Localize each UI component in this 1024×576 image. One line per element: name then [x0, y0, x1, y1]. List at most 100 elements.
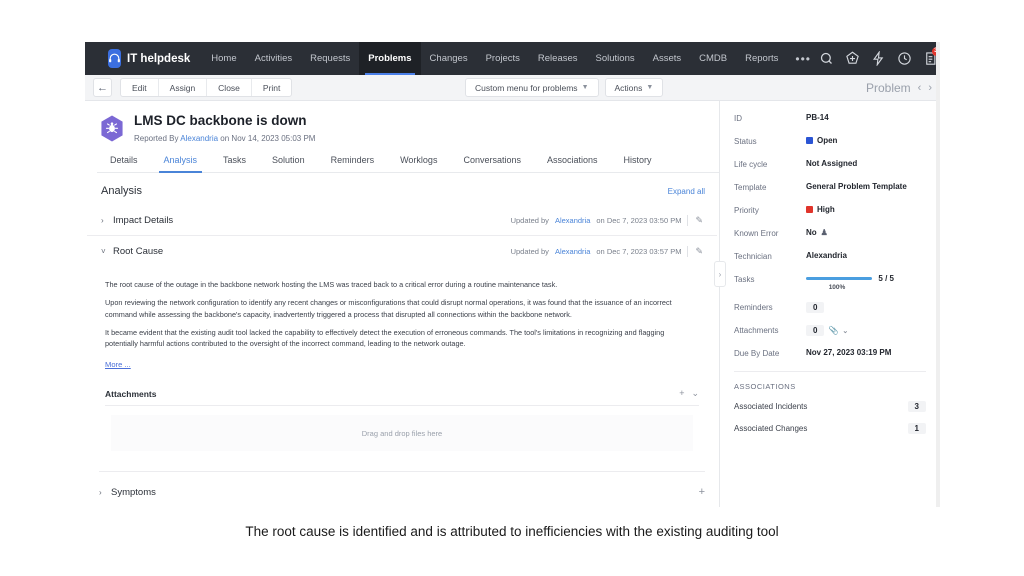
nav-item-activities[interactable]: Activities	[246, 42, 301, 75]
symptoms-label: Symptoms	[111, 486, 156, 498]
association-count: 1	[907, 423, 926, 434]
paperclip-icon[interactable]: 📎	[828, 326, 838, 335]
attachments-actions: + ⌄	[679, 388, 699, 399]
tab-tasks[interactable]: Tasks	[210, 155, 259, 172]
tab-associations[interactable]: Associations	[534, 155, 611, 172]
property-value: No	[806, 228, 817, 237]
status-badge: Open	[806, 136, 837, 145]
chevron-down-icon: ˅	[101, 247, 106, 256]
accordion-impact-details[interactable]: › Impact Details Updated by Alexandria o…	[87, 205, 717, 236]
history-clock-icon[interactable]	[897, 51, 912, 66]
nav-item-assets[interactable]: Assets	[644, 42, 691, 75]
nav-item-home[interactable]: Home	[202, 42, 245, 75]
brand-name: IT helpdesk	[127, 52, 191, 65]
nav-item-solutions[interactable]: Solutions	[587, 42, 644, 75]
plus-icon[interactable]: +	[699, 486, 705, 498]
property-value: Nov 27, 2023 03:19 PM	[806, 348, 892, 357]
reported-by-user[interactable]: Alexandria	[180, 134, 218, 143]
add-shortcut-icon[interactable]	[845, 51, 860, 66]
accordion-root-cause[interactable]: ˅ Root Cause Updated by Alexandria on De…	[87, 236, 717, 266]
nav-overflow-icon[interactable]: •••	[787, 52, 819, 66]
chevron-right-icon[interactable]: ›	[928, 82, 932, 94]
back-arrow-icon[interactable]: ←	[93, 78, 112, 97]
nav-item-projects[interactable]: Projects	[477, 42, 529, 75]
property-label: Status	[734, 137, 757, 146]
top-navigation-bar: IT helpdesk Home Activities Requests Pro…	[85, 42, 940, 75]
expand-all-link[interactable]: Expand all	[668, 187, 705, 196]
attachments-dropzone[interactable]: Drag and drop files here	[111, 415, 693, 452]
tab-solution[interactable]: Solution	[259, 155, 318, 172]
property-tasks: Tasks 5 / 5 100%	[720, 274, 940, 298]
updated-by-label: Updated by	[510, 216, 549, 225]
accordion-symptoms[interactable]: › Symptoms +	[99, 472, 705, 507]
property-label: Known Error	[734, 229, 779, 238]
more-link[interactable]: More ...	[105, 360, 131, 369]
tab-details[interactable]: Details	[97, 155, 151, 172]
tab-reminders[interactable]: Reminders	[318, 155, 388, 172]
tab-worklogs[interactable]: Worklogs	[387, 155, 450, 172]
pencil-icon[interactable]: ✎	[687, 246, 703, 257]
associated-incidents-row[interactable]: Associated Incidents 3	[720, 397, 940, 416]
headset-icon	[108, 49, 121, 68]
application-window: IT helpdesk Home Activities Requests Pro…	[85, 42, 940, 507]
tasks-percent: 100%	[828, 284, 846, 291]
tab-analysis[interactable]: Analysis	[151, 155, 211, 173]
property-value: 0	[806, 302, 825, 313]
record-body: LMS DC backbone is down Reported By Alex…	[85, 101, 940, 507]
chevron-down-icon: ▼	[646, 84, 654, 91]
close-button[interactable]: Close	[207, 79, 252, 96]
property-life-cycle: Life cycle Not Assigned	[720, 159, 940, 178]
properties-sidebar: › ID PB-14 Status Open Life cycle Not As…	[714, 101, 940, 507]
updated-by-user[interactable]: Alexandria	[555, 247, 590, 256]
tasks-progress: 5 / 5 100%	[806, 274, 894, 291]
nav-item-reports[interactable]: Reports	[736, 42, 787, 75]
search-icon[interactable]	[819, 51, 834, 66]
property-attachments: Attachments 0 📎 ⌄	[720, 325, 940, 344]
plus-icon[interactable]: +	[679, 388, 684, 399]
custom-menu-dropdown[interactable]: Custom menu for problems ▼	[465, 78, 599, 97]
edit-button[interactable]: Edit	[121, 79, 159, 96]
updated-by-label: Updated by	[510, 247, 549, 256]
property-reminders: Reminders 0	[720, 302, 940, 321]
property-id: ID PB-14	[720, 113, 940, 132]
nav-item-cmdb[interactable]: CMDB	[690, 42, 736, 75]
impact-details-label: Impact Details	[113, 215, 174, 226]
chevron-right-icon: ›	[101, 216, 104, 225]
symptoms-divider: › Symptoms +	[99, 471, 705, 507]
tab-history[interactable]: History	[611, 155, 665, 172]
chevron-down-icon[interactable]: ⌄	[842, 327, 848, 335]
nav-item-problems[interactable]: Problems	[359, 42, 421, 75]
window-scrollbar[interactable]	[936, 42, 940, 507]
nav-item-releases[interactable]: Releases	[529, 42, 587, 75]
nav-item-requests[interactable]: Requests	[301, 42, 359, 75]
chevron-down-icon[interactable]: ⌄	[691, 388, 699, 399]
quick-actions-bolt-icon[interactable]	[871, 51, 886, 66]
attachments-header: Attachments + ⌄	[105, 388, 699, 407]
attachments-title: Attachments	[105, 388, 157, 399]
apps-grid-icon[interactable]	[93, 52, 96, 66]
actions-dropdown[interactable]: Actions ▼	[604, 78, 664, 97]
property-value: PB-14	[806, 113, 829, 122]
property-value: Open	[817, 136, 838, 145]
tab-conversations[interactable]: Conversations	[450, 155, 534, 172]
property-label: ID	[734, 114, 742, 123]
reported-on-date: on Nov 14, 2023 05:03 PM	[220, 133, 316, 143]
property-priority[interactable]: Priority High	[720, 205, 940, 224]
assign-button[interactable]: Assign	[159, 79, 208, 96]
priority-badge: High	[806, 205, 835, 214]
nav-item-changes[interactable]: Changes	[421, 42, 477, 75]
dropzone-text: Drag and drop files here	[361, 428, 443, 438]
print-button[interactable]: Print	[252, 79, 291, 96]
module-title: Problem	[865, 80, 911, 95]
record-title-block: LMS DC backbone is down Reported By Alex…	[134, 113, 316, 143]
chevron-left-icon[interactable]: ‹	[918, 82, 922, 94]
nav-action-icons: 39 23	[819, 47, 940, 68]
main-content-column: LMS DC backbone is down Reported By Alex…	[85, 101, 720, 507]
property-value: Alexandria	[806, 251, 847, 260]
pencil-icon[interactable]: ✎	[687, 215, 703, 226]
updated-by-user[interactable]: Alexandria	[555, 216, 590, 225]
property-status[interactable]: Status Open	[720, 136, 940, 155]
sidebar-collapse-toggle[interactable]: ›	[714, 261, 726, 287]
associated-changes-row[interactable]: Associated Changes 1	[720, 419, 940, 438]
property-label: Technician	[734, 252, 772, 261]
